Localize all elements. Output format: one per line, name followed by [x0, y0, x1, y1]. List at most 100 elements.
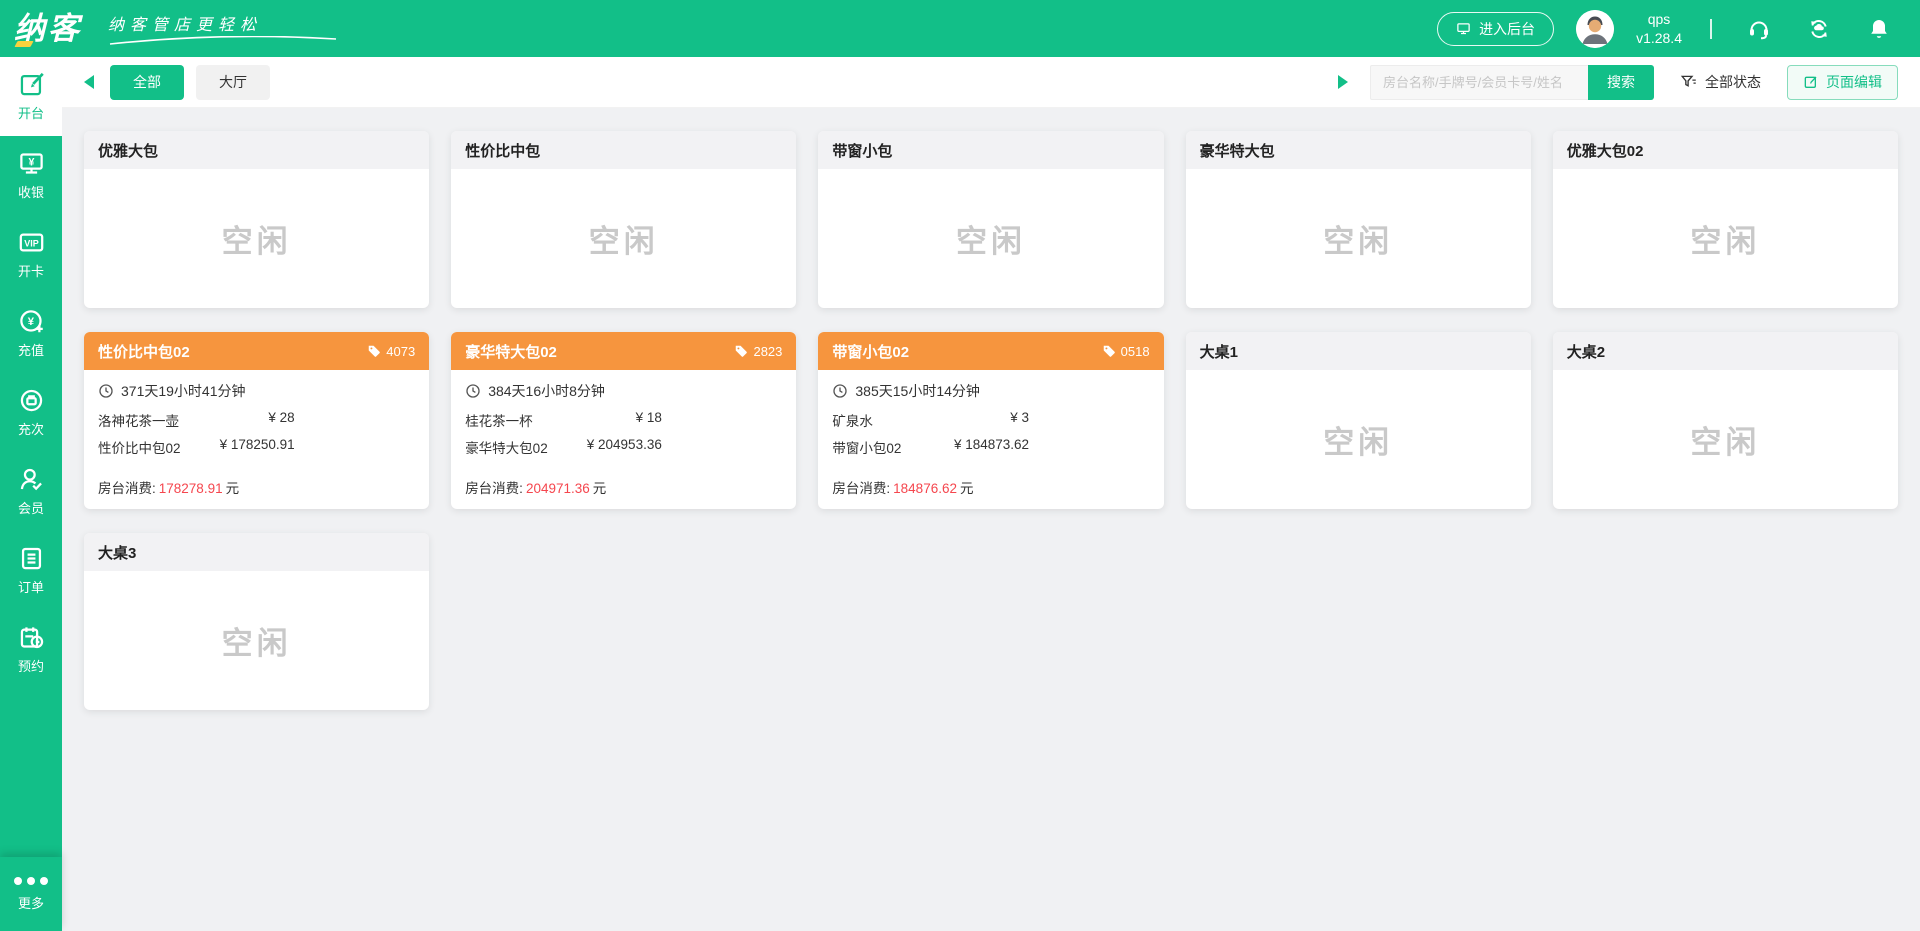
- hand-tag-number: 0518: [1121, 344, 1150, 359]
- tag-icon: [1102, 344, 1116, 358]
- consume-item-name: 桂花茶一杯: [465, 410, 533, 430]
- monitor-icon: [1456, 21, 1471, 36]
- sidebar-item-member[interactable]: 会员: [0, 452, 62, 531]
- search-button[interactable]: 搜索: [1588, 65, 1654, 100]
- sidebar-item-recharge[interactable]: ¥充值: [0, 294, 62, 373]
- sidebar-item-recharge-times[interactable]: 充次: [0, 373, 62, 452]
- idle-status-label: 空闲: [1323, 417, 1393, 462]
- page-edit-button[interactable]: 页面编辑: [1787, 65, 1898, 100]
- consume-item-name: 洛神花茶一壶: [98, 410, 179, 430]
- sidebar: 开台 ¥收银 VIP 开卡 ¥充值充次会员订单预约 更多: [0, 57, 62, 931]
- brand: 纳客 纳客管店更轻松: [14, 3, 338, 55]
- room-card[interactable]: 性价比中包024073371天19小时41分钟洛神花茶一壶¥ 28性价比中包02…: [84, 332, 429, 509]
- sidebar-item-label: 开卡: [18, 261, 44, 280]
- tab-label: 全部: [133, 72, 161, 92]
- duration-text: 384天16小时8分钟: [488, 381, 605, 401]
- duration-row: 384天16小时8分钟: [465, 381, 782, 401]
- room-card-header: 大桌3: [84, 533, 429, 571]
- room-total-row: 房台消费:204971.36元: [465, 477, 782, 497]
- hand-tag-badge: 2823: [734, 344, 782, 359]
- idle-status-label: 空闲: [222, 216, 292, 261]
- room-card[interactable]: 优雅大包空闲: [84, 131, 429, 308]
- consume-item-amount: ¥ 184873.62: [954, 437, 1029, 457]
- search-input[interactable]: [1370, 65, 1588, 100]
- bell-icon[interactable]: [1867, 17, 1891, 41]
- total-label: 房台消费:: [465, 481, 523, 496]
- room-grid: 优雅大包空闲性价比中包空闲带窗小包空闲豪华特大包空闲优雅大包02空闲性价比中包0…: [84, 131, 1898, 710]
- status-filter[interactable]: 全部状态: [1680, 72, 1761, 92]
- clock-icon: [465, 383, 481, 399]
- tab-all[interactable]: 全部: [110, 65, 184, 100]
- page-edit-label: 页面编辑: [1826, 72, 1882, 92]
- consume-item-row: 桂花茶一杯¥ 18: [465, 410, 662, 430]
- room-card[interactable]: 豪华特大包空闲: [1186, 131, 1531, 308]
- customer-service-icon[interactable]: [1747, 17, 1771, 41]
- clock-icon: [832, 383, 848, 399]
- more-dots-icon: [14, 877, 48, 885]
- topbar-divider: [1710, 19, 1712, 39]
- tabs-scroll-left-icon[interactable]: [84, 75, 94, 89]
- consume-item-row: 洛神花茶一壶¥ 28: [98, 410, 295, 430]
- room-card[interactable]: 优雅大包02 空闲: [1553, 131, 1898, 308]
- sidebar-item-cashier[interactable]: ¥收银: [0, 136, 62, 215]
- room-card-body: 空闲: [1553, 169, 1898, 308]
- enter-backend-button[interactable]: 进入后台: [1437, 12, 1554, 46]
- total-label: 房台消费:: [832, 481, 890, 496]
- room-card-header: 优雅大包: [84, 131, 429, 169]
- total-amount: 184876.62: [890, 481, 960, 496]
- room-card[interactable]: 豪华特大包022823 384天16小时8分钟桂花茶一杯¥ 18 豪华特大包02¥ …: [451, 332, 796, 509]
- reservation-icon: [18, 624, 45, 651]
- edit-icon: [1803, 74, 1819, 90]
- room-card-body: 空闲: [84, 571, 429, 710]
- room-card-body: 空闲: [1186, 169, 1531, 308]
- idle-status-label: 空闲: [1690, 417, 1760, 462]
- search-group: 搜索: [1370, 65, 1654, 100]
- tab-hall[interactable]: 大厅: [196, 65, 270, 100]
- room-card-header: 带窗小包020518: [818, 332, 1163, 370]
- sidebar-item-label: 预约: [18, 656, 44, 675]
- room-name: 性价比中包02: [98, 341, 190, 362]
- sidebar-item-more[interactable]: 更多: [0, 857, 62, 931]
- room-name: 大桌3: [98, 542, 136, 563]
- room-card-body: 空闲: [451, 169, 796, 308]
- slogan-text: 纳客管店更轻松: [108, 15, 262, 34]
- room-card[interactable]: 大桌1空闲: [1186, 332, 1531, 509]
- total-unit: 元: [593, 481, 607, 496]
- svg-text:¥: ¥: [27, 316, 34, 328]
- room-card-body: 384天16小时8分钟桂花茶一杯¥ 18 豪华特大包02¥ 204953.36 房台…: [451, 370, 796, 509]
- consume-item-row: 豪华特大包02¥ 204953.36: [465, 437, 662, 457]
- duration-text: 371天19小时41分钟: [121, 381, 246, 401]
- sidebar-item-open-table[interactable]: 开台: [0, 57, 62, 136]
- room-name: 优雅大包02: [1567, 140, 1644, 161]
- tabs-scroll-right-icon[interactable]: [1338, 75, 1348, 89]
- total-amount: 204971.36: [523, 481, 593, 496]
- logo-accent: [14, 41, 33, 47]
- sidebar-item-label: 开台: [18, 103, 44, 122]
- tab-label: 大厅: [219, 72, 247, 92]
- room-card[interactable]: 性价比中包空闲: [451, 131, 796, 308]
- recharge-icon: ¥: [18, 308, 45, 335]
- sidebar-item-vip-card[interactable]: VIP 开卡: [0, 215, 62, 294]
- room-card[interactable]: 带窗小包020518385天15小时14分钟矿泉水¥ 3带窗小包02¥ 1848…: [818, 332, 1163, 509]
- room-card[interactable]: 大桌2空闲: [1553, 332, 1898, 509]
- room-card-header: 带窗小包: [818, 131, 1163, 169]
- status-filter-label: 全部状态: [1705, 72, 1761, 92]
- consume-item-row: 带窗小包02¥ 184873.62: [832, 437, 1029, 457]
- sidebar-item-reservation[interactable]: 预约: [0, 610, 62, 689]
- sidebar-item-order[interactable]: 订单: [0, 531, 62, 610]
- consume-item-name: 矿泉水: [832, 410, 873, 430]
- hand-tag-badge: 4073: [367, 344, 415, 359]
- room-card[interactable]: 大桌3 空闲: [84, 533, 429, 710]
- idle-status-label: 空闲: [589, 216, 659, 261]
- consume-item-amount: ¥ 3: [1010, 410, 1029, 430]
- consume-item-row: 矿泉水 ¥ 3: [832, 410, 1029, 430]
- user-info[interactable]: qps v1.28.4: [1636, 10, 1682, 48]
- room-card-header: 性价比中包: [451, 131, 796, 169]
- idle-status-label: 空闲: [222, 618, 292, 663]
- room-card-header: 豪华特大包022823: [451, 332, 796, 370]
- room-card[interactable]: 带窗小包空闲: [818, 131, 1163, 308]
- sync-icon[interactable]: [1807, 17, 1831, 41]
- toolbar: 全部 大厅 搜索 全部状态 页面编辑: [62, 57, 1920, 108]
- svg-text:VIP: VIP: [24, 239, 39, 249]
- avatar[interactable]: [1576, 10, 1614, 48]
